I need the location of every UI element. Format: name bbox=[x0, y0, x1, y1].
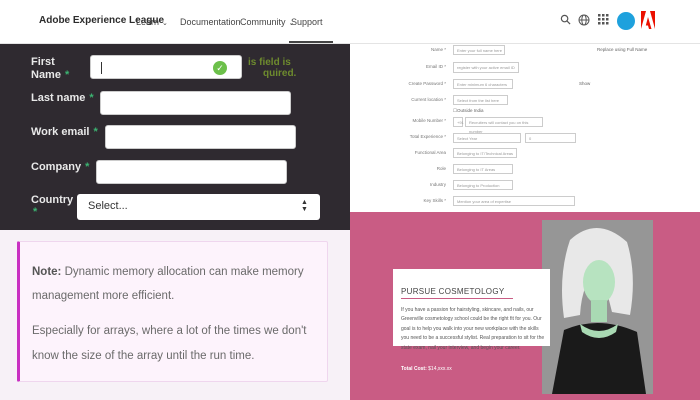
name-input[interactable]: Enter your full name here bbox=[453, 45, 505, 55]
title-underline bbox=[401, 298, 513, 299]
key-skills-label: Key Skills * bbox=[423, 198, 446, 203]
mobile-label: Mobile Number * bbox=[412, 118, 446, 123]
globe-icon[interactable] bbox=[577, 14, 591, 28]
nav-learn[interactable]: Learn ⌄ bbox=[136, 17, 168, 27]
location-label: Current location * bbox=[411, 97, 446, 102]
last-name-label-text: Last name bbox=[31, 92, 86, 104]
work-email-label-text: Work email bbox=[31, 126, 90, 138]
nav-support[interactable]: Support bbox=[291, 17, 323, 27]
select-arrows-icon: ▲ ▼ bbox=[301, 199, 308, 213]
company-label-text: Company bbox=[31, 161, 82, 173]
note-paragraph-2: Especially for arrays, where a lot of th… bbox=[32, 325, 307, 362]
cosmetology-description: If you have a passion for hairstyling, s… bbox=[401, 307, 545, 351]
screenshot-root: Adobe Experience League Learn ⌄ Documenta… bbox=[0, 0, 700, 400]
functional-area-select[interactable]: Belonging to IT/Technical Areas bbox=[453, 148, 517, 158]
password-input[interactable]: Enter minimum 6 characters bbox=[453, 79, 513, 89]
location-input[interactable]: Select from the list here bbox=[453, 95, 508, 105]
text-cursor bbox=[101, 62, 102, 74]
required-mark: * bbox=[89, 92, 94, 104]
functional-area-label: Functional Area bbox=[414, 150, 446, 155]
name-hint: Replace using Full Name bbox=[597, 47, 648, 52]
country-label: Country bbox=[31, 194, 74, 206]
first-name-label: First bbox=[31, 56, 55, 68]
show-password-link[interactable]: Show bbox=[579, 81, 590, 86]
top-nav: Adobe Experience League Learn ⌄ Documenta… bbox=[0, 0, 700, 44]
chevron-down-icon: ⌄ bbox=[162, 20, 168, 27]
note-label: Note: bbox=[32, 266, 62, 278]
check-icon: ✓ bbox=[213, 61, 227, 75]
nav-community-label: Community bbox=[240, 17, 286, 27]
name-label: Name * bbox=[430, 47, 446, 52]
first-name-label-line2: Name * bbox=[31, 69, 69, 81]
mobile-prefix[interactable]: +91 bbox=[453, 117, 464, 127]
required-mark: * bbox=[33, 206, 38, 218]
key-skills-input[interactable]: Mention your area of expertise bbox=[453, 196, 575, 206]
country-select[interactable]: Select... ▲ ▼ bbox=[77, 194, 320, 220]
mobile-input[interactable]: Recruiters will contact you on this numb… bbox=[465, 117, 543, 134]
role-label: Role bbox=[436, 166, 446, 171]
note-paragraph-1: Note: Dynamic memory allocation can make… bbox=[32, 260, 322, 308]
outside-india-label: Outside India bbox=[457, 108, 484, 113]
required-mark: * bbox=[85, 161, 90, 173]
company-label: Company * bbox=[31, 161, 89, 173]
industry-label: Industry bbox=[429, 182, 446, 187]
nav-documentation[interactable]: Documentation bbox=[180, 17, 241, 27]
adobe-logo-icon[interactable] bbox=[641, 11, 655, 29]
total-cost-label: Total Cost: bbox=[401, 366, 427, 372]
nav-active-underline bbox=[289, 41, 333, 43]
email-label: Email ID * bbox=[425, 64, 446, 69]
search-icon[interactable] bbox=[558, 14, 572, 28]
experience-month-select[interactable]: 0 bbox=[525, 133, 576, 143]
total-cost: Total Cost: $14,xxx.xx bbox=[401, 366, 452, 372]
industry-select[interactable]: Belonging to Production bbox=[453, 180, 513, 190]
note-text-1: Dynamic memory allocation can make memor… bbox=[32, 266, 304, 302]
password-label: Create Password * bbox=[408, 81, 446, 86]
required-mark: * bbox=[64, 69, 70, 81]
experience-year-select[interactable]: Select Year bbox=[453, 133, 521, 143]
nav-community[interactable]: Community ⌄ bbox=[240, 17, 294, 27]
model-photo bbox=[542, 220, 653, 394]
work-email-label: Work email * bbox=[31, 126, 98, 138]
country-select-value: Select... bbox=[88, 200, 128, 212]
last-name-label: Last name * bbox=[31, 92, 94, 104]
work-email-input[interactable] bbox=[105, 125, 296, 149]
company-input[interactable] bbox=[96, 160, 287, 184]
required-mark: * bbox=[93, 126, 98, 138]
error-message-line1: is field is bbox=[248, 57, 291, 68]
first-name-label-text: Name bbox=[31, 69, 61, 81]
nav-learn-label: Learn bbox=[136, 17, 160, 27]
avatar-icon[interactable] bbox=[617, 12, 635, 30]
role-select[interactable]: Belonging to IT Areas bbox=[453, 164, 513, 174]
experience-label: Total Experience * bbox=[409, 134, 446, 139]
cosmetology-title: PURSUE COSMETOLOGY bbox=[401, 287, 505, 296]
outside-india-checkbox[interactable]: ☐Outside India bbox=[453, 108, 484, 114]
apps-grid-icon[interactable] bbox=[596, 14, 610, 28]
error-message-line2: quired. bbox=[263, 68, 297, 79]
email-input[interactable]: register with your active email ID bbox=[453, 62, 519, 73]
total-cost-value: $14,xxx.xx bbox=[428, 366, 452, 372]
last-name-input[interactable] bbox=[100, 91, 291, 115]
